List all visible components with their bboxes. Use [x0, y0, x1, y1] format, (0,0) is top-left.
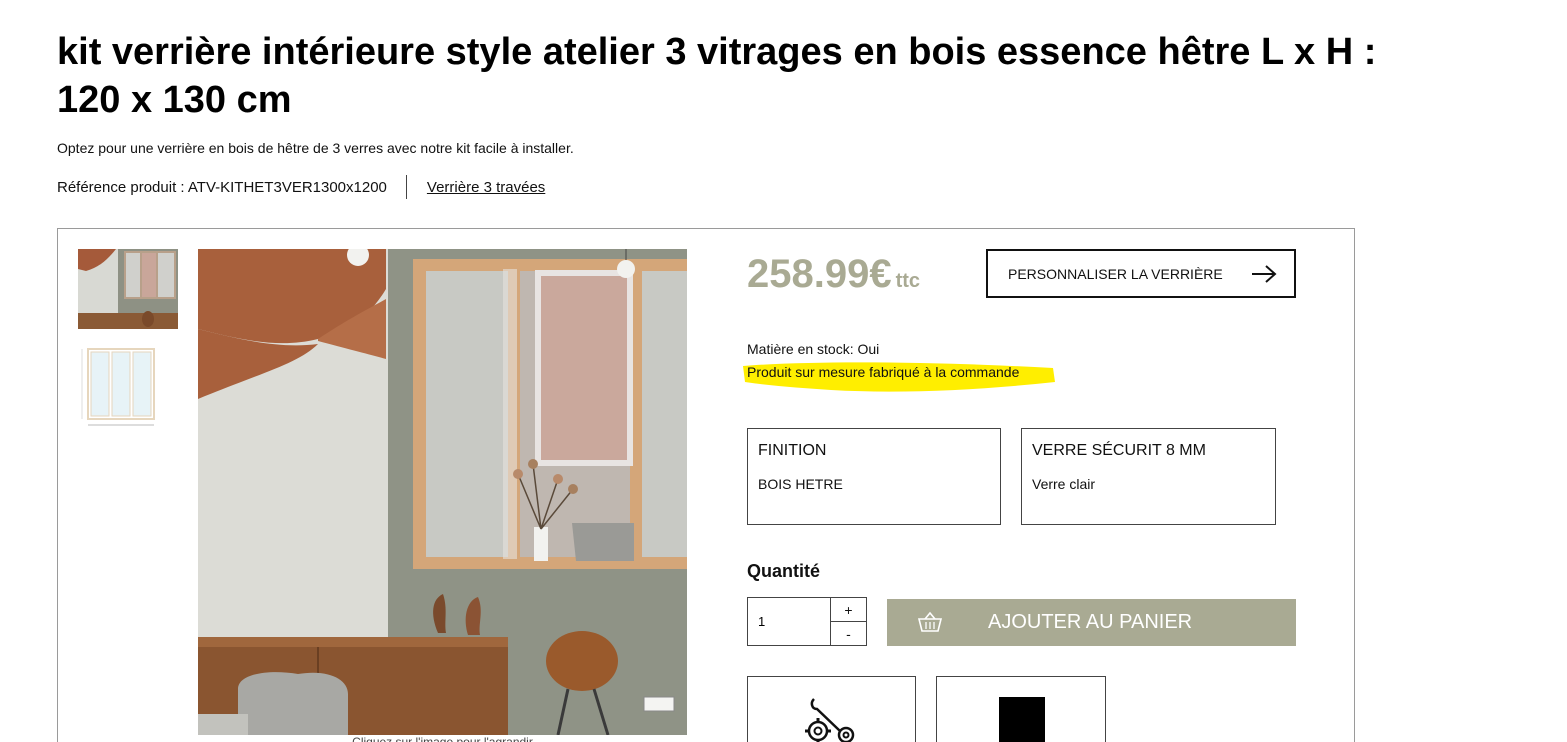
finish-option-value: BOIS HETRE: [758, 476, 843, 492]
arrow-right-icon: [1250, 263, 1278, 288]
product-reference: Référence produit : ATV-KITHET3VER1300x1…: [57, 178, 387, 196]
thumbnail-technical-drawing[interactable]: [80, 347, 156, 429]
quantity-stepper: + -: [747, 597, 867, 646]
add-to-cart-label: AJOUTER AU PANIER: [988, 611, 1193, 633]
price-tax: ttc: [895, 270, 921, 292]
quantity-buttons: + -: [831, 598, 866, 645]
reference-row: Référence produit : ATV-KITHET3VER1300x1…: [57, 175, 545, 199]
quantity-label: Quantité: [747, 561, 821, 581]
finish-option-title: FINITION: [758, 442, 827, 459]
image-caption: Cliquez sur l'image pour l'agrandir: [352, 735, 533, 742]
tools-icon: [804, 695, 858, 742]
service-tile-color[interactable]: [936, 676, 1106, 742]
customize-button[interactable]: PERSONNALISER LA VERRIÈRE: [986, 249, 1296, 298]
main-product-image[interactable]: [198, 249, 687, 735]
price-amount: 258.99€: [747, 252, 892, 296]
quantity-input[interactable]: [748, 598, 831, 645]
category-link[interactable]: Verrière 3 travées: [427, 179, 545, 196]
finish-option[interactable]: FINITION BOIS HETRE: [747, 428, 1001, 525]
made-to-order-notice: Produit sur mesure fabriqué à la command…: [747, 364, 1020, 380]
stock-status: Matière en stock: Oui: [747, 341, 880, 357]
glass-option-value: Verre clair: [1032, 476, 1096, 492]
thumbnail-room-photo[interactable]: [78, 249, 178, 329]
quantity-increase-button[interactable]: +: [831, 598, 866, 622]
black-square-icon: [999, 697, 1045, 742]
glass-option-title: VERRE SÉCURIT 8 MM: [1032, 442, 1206, 459]
add-to-cart-button[interactable]: AJOUTER AU PANIER: [887, 599, 1296, 646]
basket-icon: [917, 611, 943, 639]
product-title: kit verrière intérieure style atelier 3 …: [57, 31, 1377, 121]
price: 258.99€ ttc: [747, 252, 920, 297]
product-subtitle: Optez pour une verrière en bois de hêtre…: [57, 140, 574, 156]
quantity-decrease-button[interactable]: -: [831, 622, 866, 645]
product-page: kit verrière intérieure style atelier 3 …: [0, 0, 1567, 742]
divider: [405, 175, 407, 199]
glass-option[interactable]: VERRE SÉCURIT 8 MM Verre clair: [1021, 428, 1276, 525]
service-tile-installation[interactable]: [747, 676, 916, 742]
customize-button-label: PERSONNALISER LA VERRIÈRE: [1008, 265, 1223, 282]
